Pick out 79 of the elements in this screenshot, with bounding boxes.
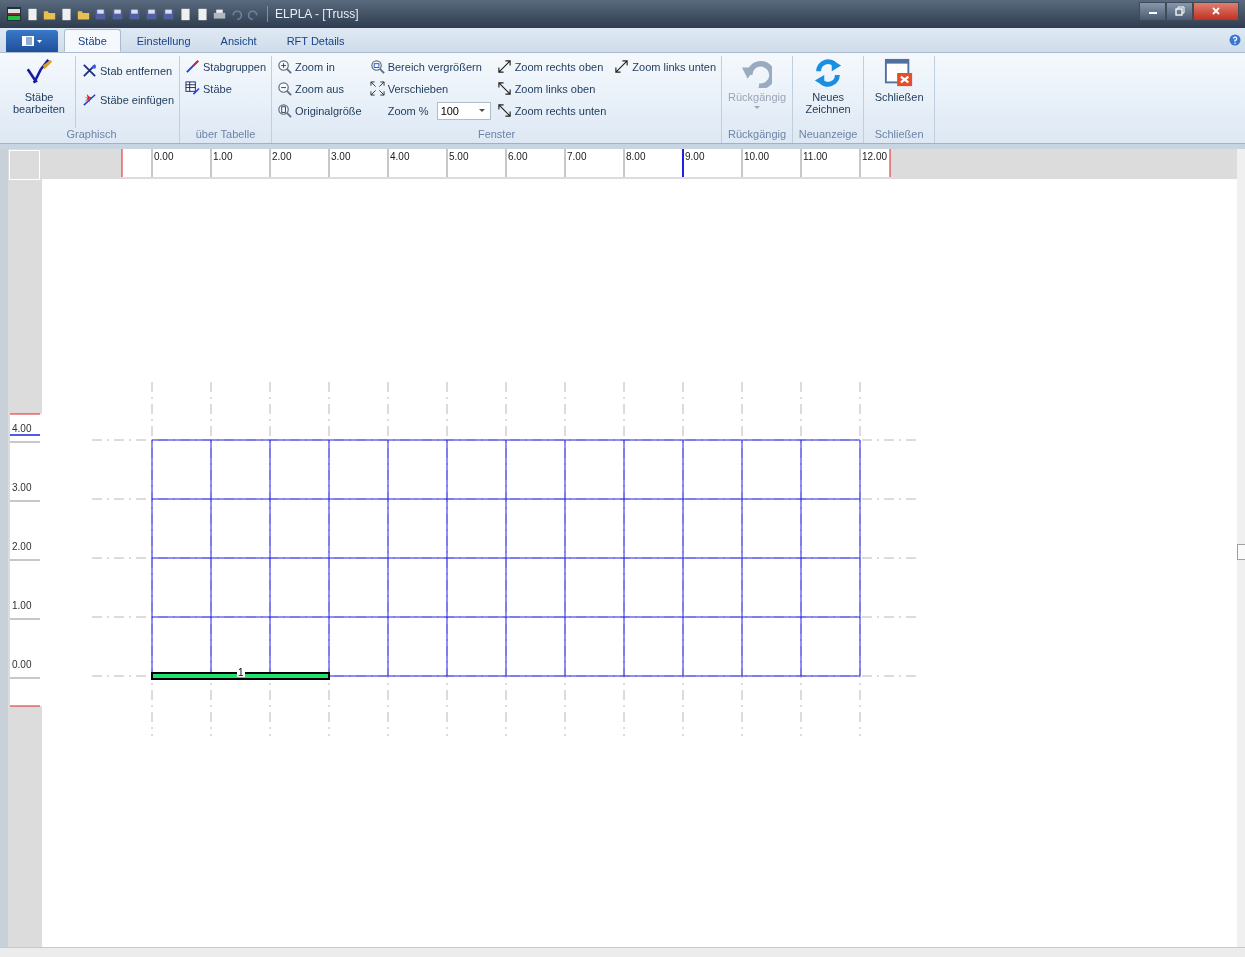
close-button[interactable] — [1193, 1, 1239, 21]
ruler-label: 4.00 — [12, 422, 32, 434]
refresh-icon — [813, 58, 844, 88]
expand-arrows-icon — [369, 81, 385, 96]
ribbon-button[interactable]: Verschieben — [367, 78, 491, 99]
printer-icon[interactable] — [213, 7, 226, 21]
ruler-label: 3.00 — [12, 481, 32, 493]
group-label: Graphisch — [65, 128, 118, 142]
ruler-label: 3.00 — [331, 151, 351, 162]
horizontal-scrollbar[interactable] — [0, 947, 1245, 957]
ruler-label: 11.00 — [803, 151, 828, 162]
diagonal-arrow-icon — [496, 103, 512, 118]
ribbon-tab[interactable]: Ansicht — [206, 29, 271, 52]
ribbon-button[interactable]: Zoom links unten — [612, 56, 719, 77]
ribbon-button[interactable]: Zoom rechts oben — [494, 56, 609, 77]
ribbon-button[interactable]: Stab entfernen — [80, 60, 176, 81]
diagonal-arrow-icon — [496, 59, 512, 74]
window-title: ELPLA - [Truss] — [275, 7, 359, 21]
zoom-label: Zoom % — [387, 104, 429, 117]
ribbon-button[interactable]: Neues Zeichnen — [796, 56, 861, 117]
group-label: Rückgängig — [727, 128, 788, 142]
member-label: 1 — [238, 666, 244, 678]
group-label: über Tabelle — [194, 128, 257, 142]
diagonal-arrow-icon — [496, 81, 512, 96]
ribbon-tab[interactable]: Stäbe — [64, 29, 121, 52]
ruler-label: 1.00 — [12, 599, 32, 611]
diagonal-arrow-icon — [614, 59, 630, 74]
ribbon-tab[interactable]: RFT Details — [272, 29, 359, 52]
zoom-dropdown[interactable]: 100 — [436, 101, 491, 120]
ruler-label: 5.00 — [449, 151, 469, 162]
group-label: Schließen — [873, 128, 925, 142]
ruler-label: 4.00 — [390, 151, 410, 162]
ribbon-tab[interactable]: Einstellung — [122, 29, 205, 52]
ribbon-button[interactable]: Schließen — [867, 56, 932, 105]
page-icon[interactable] — [26, 7, 39, 21]
ruler-label: 10.00 — [744, 151, 770, 162]
ribbon-button[interactable]: Zoom aus — [275, 78, 364, 99]
group-label: Neuanzeige — [797, 128, 859, 142]
zoom-in-icon — [277, 59, 292, 74]
line-icon — [185, 59, 200, 74]
ruler-label: 7.00 — [567, 151, 587, 162]
close-icon — [1211, 6, 1221, 16]
ruler-label: 0.00 — [12, 658, 32, 670]
app-icon[interactable] — [6, 6, 22, 22]
ruler-label: 12.00 — [862, 151, 888, 162]
ruler-label: 8.00 — [626, 151, 646, 162]
ribbon-button[interactable]: Bereich vergrößern — [367, 56, 491, 77]
vertical-scrollbar[interactable] — [1237, 149, 1245, 947]
menu-icon — [21, 35, 43, 47]
star-icon — [82, 92, 97, 107]
ruler-label: 0.00 — [154, 151, 174, 162]
ribbon-button[interactable]: Stäbe — [183, 78, 268, 99]
ribbon-button[interactable]: Originalgröße — [275, 100, 364, 121]
ribbon-button[interactable]: Zoom links oben — [494, 78, 609, 99]
table-icon — [185, 81, 200, 96]
page-icon[interactable] — [60, 7, 73, 21]
ruler-label: 6.00 — [508, 151, 528, 162]
ribbon-button[interactable]: Zoom in — [275, 56, 364, 77]
group-label: Fenster — [476, 128, 517, 142]
restore-button[interactable] — [1166, 1, 1193, 21]
magnifier-icon — [369, 59, 385, 74]
caret-icon — [478, 108, 485, 113]
close-window-icon — [884, 58, 915, 88]
cross-icon — [82, 63, 97, 78]
ribbon-button[interactable]: Stabgruppen — [183, 56, 268, 77]
zoom-out-icon — [277, 81, 292, 96]
ruler-label: 2.00 — [12, 540, 32, 552]
minimize-button[interactable] — [1139, 1, 1166, 21]
ribbon-button[interactable]: Stäbe bearbeiten — [7, 56, 71, 117]
ruler-label: 9.00 — [685, 151, 705, 162]
magnifier-page-icon — [277, 103, 292, 118]
application-menu-button[interactable] — [6, 30, 58, 52]
ribbon-button[interactable]: Stäbe einfügen — [80, 89, 176, 110]
ruler-label: 2.00 — [272, 151, 292, 162]
ruler-label: 1.00 — [213, 151, 233, 162]
help-icon[interactable] — [1229, 34, 1241, 46]
ribbon-button[interactable]: Zoom rechts unten — [494, 100, 609, 121]
undo-icon — [742, 58, 773, 88]
restore-icon — [1174, 6, 1185, 16]
